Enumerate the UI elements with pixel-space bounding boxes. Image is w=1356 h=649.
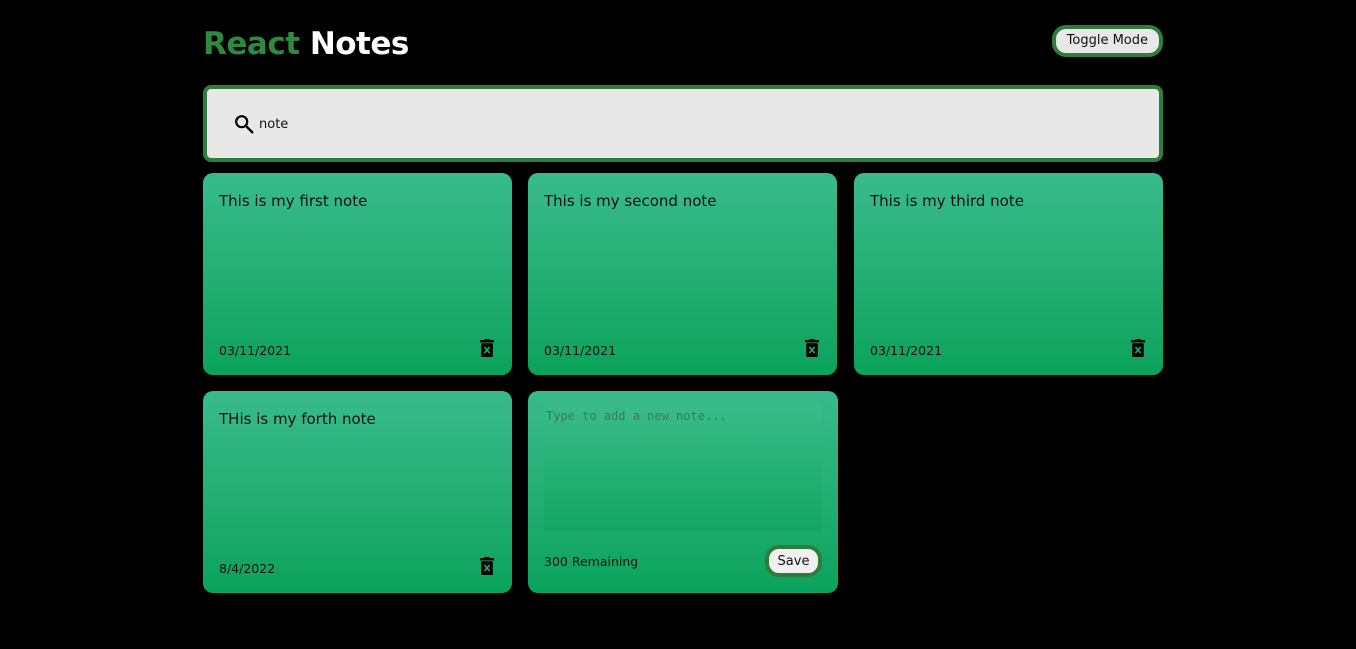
search-input[interactable]	[255, 111, 1123, 137]
delete-icon[interactable]	[480, 339, 494, 357]
save-button[interactable]: Save	[765, 545, 822, 577]
delete-icon[interactable]	[480, 557, 494, 575]
delete-icon[interactable]	[1131, 339, 1145, 357]
new-note-card: 300 Remaining Save	[528, 391, 838, 593]
note-card: This is my second note 03/11/2021	[528, 173, 837, 375]
title-notes: Notes	[309, 26, 410, 62]
new-note-textarea[interactable]	[544, 405, 822, 531]
note-card: This is my first note 03/11/2021	[203, 173, 512, 375]
note-text: This is my first note	[219, 192, 368, 210]
note-card: This is my third note 03/11/2021	[854, 173, 1163, 375]
toggle-mode-button[interactable]: Toggle Mode	[1051, 25, 1163, 57]
note-date: 03/11/2021	[219, 343, 292, 358]
remaining-count: 300 Remaining	[544, 554, 639, 569]
header: React Notes Toggle Mode	[203, 24, 1163, 64]
search-icon	[235, 115, 254, 134]
note-date: 03/11/2021	[544, 343, 617, 358]
note-text: This is my third note	[870, 192, 1024, 210]
note-text: THis is my forth note	[219, 410, 376, 428]
note-text: This is my second note	[544, 192, 717, 210]
note-date: 03/11/2021	[870, 343, 943, 358]
note-date: 8/4/2022	[219, 561, 276, 576]
note-card: THis is my forth note 8/4/2022	[203, 391, 512, 593]
title-react: React	[203, 26, 300, 62]
page-title: React Notes	[203, 24, 409, 64]
delete-icon[interactable]	[805, 339, 819, 357]
search-bar	[203, 85, 1163, 162]
